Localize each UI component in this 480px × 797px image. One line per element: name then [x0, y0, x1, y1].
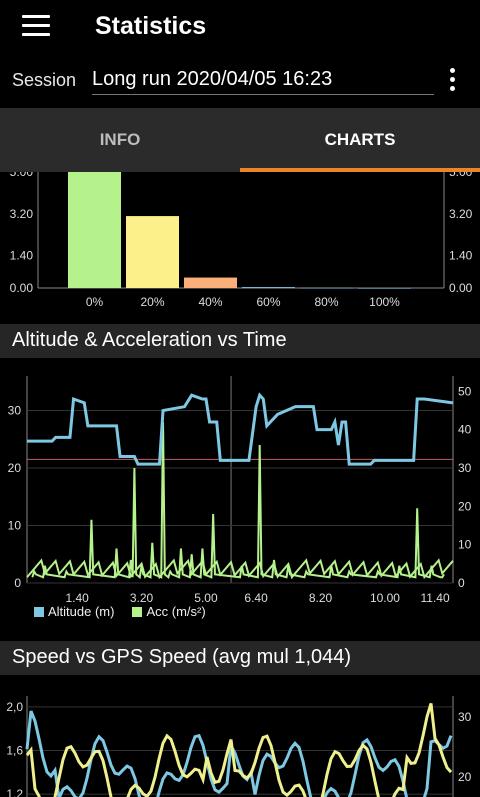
y-tick-label-right: 1.40	[449, 249, 473, 263]
legend-label-acc: Acc (m/s²)	[146, 604, 206, 619]
bar	[358, 288, 411, 289]
y-tick-label-right: 40	[458, 423, 472, 437]
section-header-speed: Speed vs GPS Speed (avg mul 1,044)	[0, 641, 480, 675]
x-tick-label: 100%	[369, 295, 400, 309]
app-bar: Statistics	[0, 0, 480, 58]
session-selector[interactable]: Long run 2020/04/05 16:23	[92, 68, 434, 95]
x-tick-label: 3.20	[130, 591, 154, 605]
y-tick-label-right: 5.00	[449, 172, 473, 179]
legend-swatch-altitude	[34, 606, 44, 617]
y-tick-label-left: 1,2	[6, 787, 23, 797]
x-tick-label: 6.40	[244, 591, 268, 605]
speed-chart: 1,2 1,6 2,0 20 30	[6, 696, 472, 797]
y-tick-label-left: 5.00	[10, 172, 34, 179]
page-title: Statistics	[95, 12, 207, 40]
tab-info[interactable]: INFO	[0, 108, 240, 172]
bar	[68, 172, 121, 288]
legend-label-altitude: Altitude (m)	[48, 604, 115, 619]
x-tick-label: 8.20	[309, 591, 333, 605]
session-label: Session	[12, 70, 77, 90]
x-tick-label: 10.00	[370, 591, 400, 605]
y-tick-label-left: 1.40	[10, 249, 34, 263]
series-line-acc	[31, 421, 445, 580]
x-tick-label: 80%	[314, 295, 338, 309]
altitude-acceleration-chart: 0 10 20 30 0 10 20 30 40 50 1.40 3.20 5.00 6.40 8.20 10…	[8, 376, 472, 605]
y-tick-label-left: 0	[14, 576, 21, 590]
y-tick-label-left: 20	[8, 461, 22, 475]
legend-item-altitude: Altitude (m)	[34, 604, 114, 619]
y-tick-label-right: 20	[458, 499, 472, 513]
bar	[184, 277, 237, 288]
y-tick-label-left: 3.20	[10, 207, 34, 221]
section-title-altitude: Altitude & Acceleration vs Time	[12, 329, 287, 351]
x-tick-label: 5.00	[194, 591, 218, 605]
section-title-speed: Speed vs GPS Speed (avg mul 1,044)	[12, 646, 352, 668]
legend-swatch-acc	[132, 606, 143, 617]
y-tick-label-right: 0	[458, 576, 465, 590]
y-tick-label-right: 0.00	[449, 281, 473, 295]
x-tick-label: 11.40	[421, 591, 450, 605]
legend-item-acc: Acc (m/s²)	[132, 604, 206, 619]
y-tick-label-right: 10	[458, 538, 472, 552]
y-tick-label-right: 20	[458, 770, 472, 784]
series-line-altitude	[27, 392, 454, 466]
series-line-speed	[25, 710, 453, 797]
y-tick-label-left: 0.00	[10, 281, 34, 295]
x-tick-label: 60%	[256, 295, 280, 309]
y-tick-label-right: 3.20	[449, 207, 473, 221]
x-tick-label: 20%	[140, 295, 164, 309]
more-vert-icon[interactable]	[446, 68, 458, 96]
x-tick-label: 1.40	[65, 591, 89, 605]
y-tick-label-right: 30	[458, 710, 472, 724]
bar	[242, 287, 295, 288]
bar	[126, 216, 179, 288]
y-tick-label-left: 2,0	[6, 700, 23, 714]
x-tick-label: 0%	[86, 295, 104, 309]
session-row: Session Long run 2020/04/05 16:23	[0, 58, 480, 108]
tab-bar: INFO CHARTS	[0, 108, 480, 172]
y-tick-label-left: 30	[8, 404, 22, 418]
section-header-altitude: Altitude & Acceleration vs Time	[0, 324, 480, 358]
y-tick-label-left: 10	[8, 519, 22, 533]
y-tick-label-right: 30	[458, 461, 472, 475]
menu-icon[interactable]	[22, 15, 50, 37]
bar	[300, 287, 353, 289]
chart-legend: Altitude (m) Acc (m/s²)	[34, 604, 224, 619]
x-tick-label: 40%	[198, 295, 222, 309]
distribution-bar-chart: 0.00 0.00 1.40 1.40 3.20 3.20 5.00 5.00 0% 20% 40%…	[10, 172, 473, 309]
y-tick-label-right: 50	[458, 384, 472, 398]
tab-charts[interactable]: CHARTS	[240, 108, 480, 172]
y-tick-label-left: 1,6	[6, 744, 23, 758]
